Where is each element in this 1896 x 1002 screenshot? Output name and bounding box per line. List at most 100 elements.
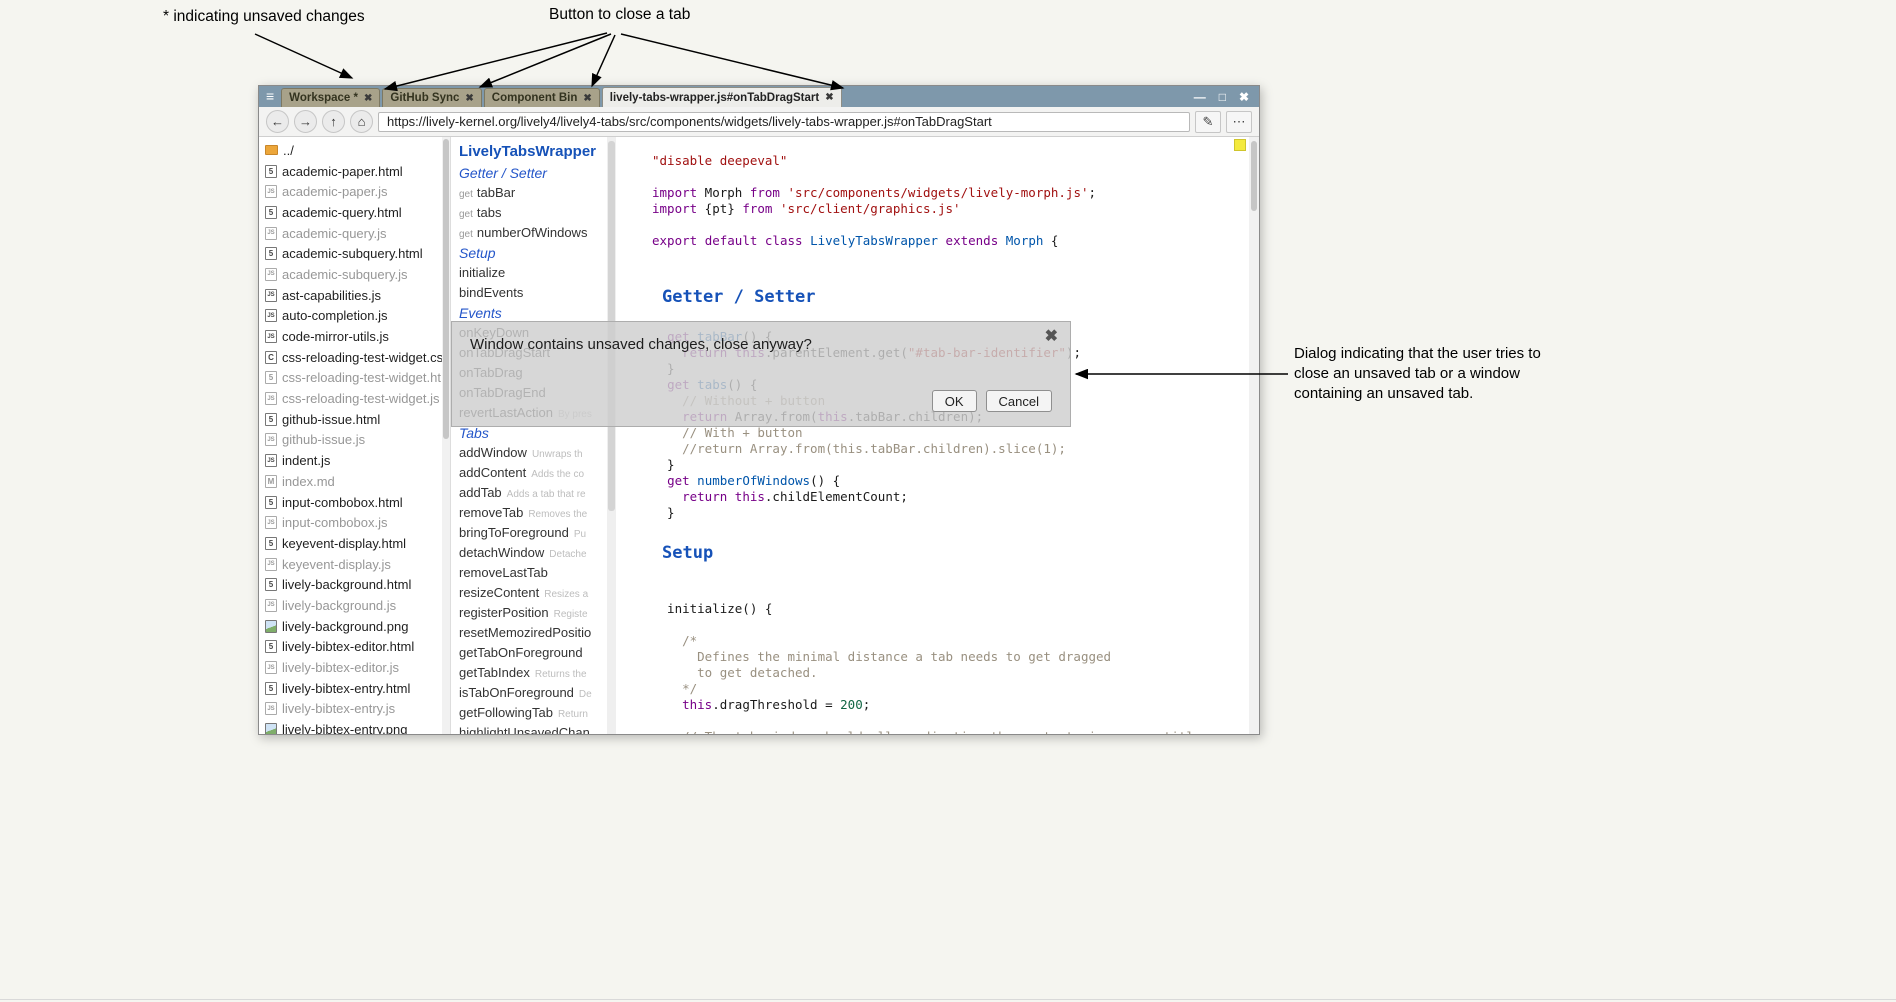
- file-item[interactable]: index.md: [259, 471, 442, 492]
- home-button[interactable]: ⌂: [350, 110, 373, 133]
- code-line: //return Array.from(this.tabBar.children…: [652, 441, 1259, 457]
- outline-method[interactable]: getnumberOfWindows: [459, 223, 616, 243]
- html-file-icon: [265, 578, 277, 591]
- minimize-button[interactable]: —: [1194, 91, 1206, 103]
- file-panel-scrollbar[interactable]: [442, 137, 450, 734]
- file-item[interactable]: keyevent-display.js: [259, 554, 442, 575]
- outline-method-note: Resizes a: [544, 589, 588, 600]
- outline-method[interactable]: isTabOnForegroundDe: [459, 683, 616, 703]
- outline-method[interactable]: getTabIndexReturns the: [459, 663, 616, 683]
- tab[interactable]: lively-tabs-wrapper.js#onTabDragStart✖: [602, 87, 842, 107]
- edit-button[interactable]: ✎: [1195, 111, 1221, 133]
- file-item[interactable]: academic-paper.js: [259, 181, 442, 202]
- file-item[interactable]: lively-bibtex-editor.js: [259, 657, 442, 678]
- html-file-icon: [265, 682, 277, 695]
- file-item[interactable]: academic-query.html: [259, 202, 442, 223]
- outline-method[interactable]: getFollowingTabReturn: [459, 703, 616, 723]
- outline-method[interactable]: gettabBar: [459, 183, 616, 203]
- outline-section[interactable]: Setup: [459, 243, 616, 263]
- back-button[interactable]: ←: [266, 110, 289, 133]
- outline-method-note: Unwraps th: [532, 449, 583, 460]
- outline-method[interactable]: initialize: [459, 263, 616, 283]
- outline-method[interactable]: bindEvents: [459, 283, 616, 303]
- file-item[interactable]: ast-capabilities.js: [259, 285, 442, 306]
- tab[interactable]: Workspace *✖: [281, 88, 380, 107]
- forward-button[interactable]: →: [294, 110, 317, 133]
- file-item[interactable]: css-reloading-test-widget.cs: [259, 347, 442, 368]
- js-file-icon: [265, 268, 277, 281]
- outline-method[interactable]: addWindow Unwraps th: [459, 443, 616, 463]
- tab-close-button[interactable]: ✖: [465, 93, 473, 104]
- tab[interactable]: Component Bin✖: [484, 88, 600, 107]
- file-item[interactable]: css-reloading-test-widget.ht: [259, 368, 442, 389]
- file-item[interactable]: lively-background.html: [259, 574, 442, 595]
- outline-method[interactable]: getTabOnForeground: [459, 643, 616, 663]
- window-menu-icon[interactable]: ≡: [259, 86, 281, 107]
- tab[interactable]: GitHub Sync✖: [382, 88, 481, 107]
- editor-scrollbar[interactable]: [1249, 137, 1259, 734]
- file-item[interactable]: academic-query.js: [259, 223, 442, 244]
- outline-method[interactable]: resetMemoziredPositio: [459, 623, 616, 643]
- outline-class-title[interactable]: LivelyTabsWrapper: [459, 141, 616, 163]
- file-item[interactable]: lively-background.png: [259, 616, 442, 637]
- file-item[interactable]: input-combobox.js: [259, 512, 442, 533]
- file-item[interactable]: lively-bibtex-entry.png: [259, 719, 442, 734]
- png-file-icon: [265, 723, 277, 734]
- tab-close-button[interactable]: ✖: [583, 93, 591, 104]
- file-name: lively-bibtex-entry.png: [282, 722, 407, 734]
- file-item[interactable]: lively-bibtex-entry.html: [259, 678, 442, 699]
- file-item[interactable]: lively-bibtex-editor.html: [259, 637, 442, 658]
- maximize-button[interactable]: □: [1219, 91, 1226, 103]
- code-line: [652, 249, 1259, 265]
- file-item[interactable]: academic-subquery.html: [259, 243, 442, 264]
- outline-method[interactable]: bringToForegroundPu: [459, 523, 616, 543]
- outline-method[interactable]: removeLastTab: [459, 563, 616, 583]
- file-item[interactable]: code-mirror-utils.js: [259, 326, 442, 347]
- editor-scrollbar-thumb[interactable]: [1251, 141, 1257, 211]
- outline-section[interactable]: Getter / Setter: [459, 163, 616, 183]
- outline-method[interactable]: resizeContentResizes a: [459, 583, 616, 603]
- file-item[interactable]: academic-subquery.js: [259, 264, 442, 285]
- tab-close-button[interactable]: ✖: [364, 93, 372, 104]
- code-line: }: [652, 457, 1259, 473]
- url-input[interactable]: [378, 112, 1190, 132]
- more-button[interactable]: ⋯: [1226, 111, 1252, 133]
- outline-scrollbar[interactable]: [607, 137, 616, 734]
- outline-method[interactable]: removeTabRemoves the: [459, 503, 616, 523]
- file-item[interactable]: github-issue.html: [259, 409, 442, 430]
- code-editor[interactable]: "disable deepeval"import Morph from 'src…: [616, 137, 1259, 734]
- file-item[interactable]: academic-paper.html: [259, 161, 442, 182]
- cancel-button[interactable]: Cancel: [986, 390, 1052, 412]
- outline-method[interactable]: addContentAdds the co: [459, 463, 616, 483]
- file-item[interactable]: lively-bibtex-entry.js: [259, 699, 442, 720]
- up-button[interactable]: ↑: [322, 110, 345, 133]
- file-panel-scrollbar-thumb[interactable]: [443, 139, 449, 439]
- window-titlebar[interactable]: ≡ Workspace *✖GitHub Sync✖Component Bin✖…: [259, 86, 1259, 107]
- file-item[interactable]: ../: [259, 140, 442, 161]
- tab-close-button[interactable]: ✖: [825, 92, 833, 103]
- file-name: ../: [283, 143, 294, 158]
- outline-method[interactable]: gettabs: [459, 203, 616, 223]
- file-item[interactable]: keyevent-display.html: [259, 533, 442, 554]
- outline-method-note: Returns the: [535, 669, 587, 680]
- file-item[interactable]: indent.js: [259, 450, 442, 471]
- file-item[interactable]: css-reloading-test-widget.js: [259, 388, 442, 409]
- code-line: [652, 617, 1259, 633]
- outline-method[interactable]: addTabAdds a tab that re: [459, 483, 616, 503]
- outline-method[interactable]: detachWindowDetache: [459, 543, 616, 563]
- outline-method-note: Detache: [549, 549, 586, 560]
- js-file-icon: [265, 330, 277, 343]
- window-close-button[interactable]: ✖: [1239, 91, 1249, 103]
- file-item[interactable]: github-issue.js: [259, 430, 442, 451]
- js-file-icon: [265, 558, 277, 571]
- file-item[interactable]: lively-background.js: [259, 595, 442, 616]
- dialog-close-button[interactable]: ✖: [1045, 326, 1058, 346]
- ok-button[interactable]: OK: [932, 390, 977, 412]
- file-item[interactable]: input-combobox.html: [259, 492, 442, 513]
- outline-method[interactable]: registerPositionRegiste: [459, 603, 616, 623]
- file-item[interactable]: auto-completion.js: [259, 306, 442, 327]
- outline-method-name: addWindow: [459, 445, 527, 460]
- outline-method[interactable]: highlightUnsavedChan: [459, 723, 616, 734]
- html-file-icon: [265, 413, 277, 426]
- outline-section[interactable]: Events: [459, 303, 616, 323]
